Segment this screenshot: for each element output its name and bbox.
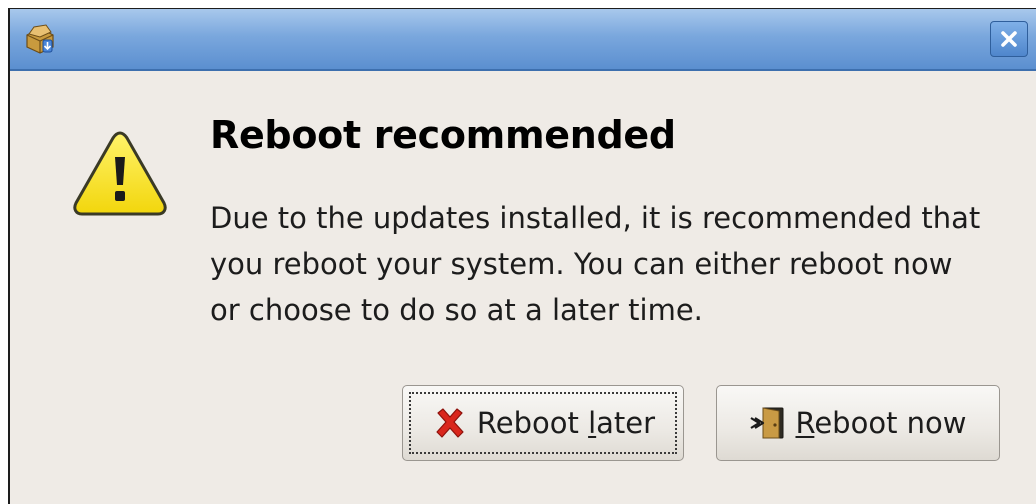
close-button[interactable] — [990, 21, 1028, 57]
dialog-message: Due to the updates installed, it is reco… — [210, 195, 1010, 333]
titlebar[interactable] — [10, 9, 1036, 71]
dialog-heading: Reboot recommended — [210, 113, 676, 157]
warning-icon — [70, 127, 170, 219]
reboot-later-button[interactable]: Reboot later — [402, 385, 684, 461]
message-line: Due to the updates installed, it is reco… — [210, 201, 981, 235]
software-update-icon — [24, 23, 56, 55]
red-x-icon — [436, 408, 464, 438]
message-line: you reboot your system. You can either r… — [210, 247, 953, 281]
dialog-window: Reboot recommended Due to the updates in… — [8, 8, 1036, 504]
reboot-later-label: Reboot later — [476, 406, 656, 440]
reboot-now-button[interactable]: Reboot now — [716, 385, 1000, 461]
close-icon — [1001, 31, 1017, 47]
reboot-now-label: Reboot now — [795, 406, 967, 440]
message-line: or choose to do so at a later time. — [210, 293, 703, 327]
reboot-icon — [750, 407, 784, 439]
